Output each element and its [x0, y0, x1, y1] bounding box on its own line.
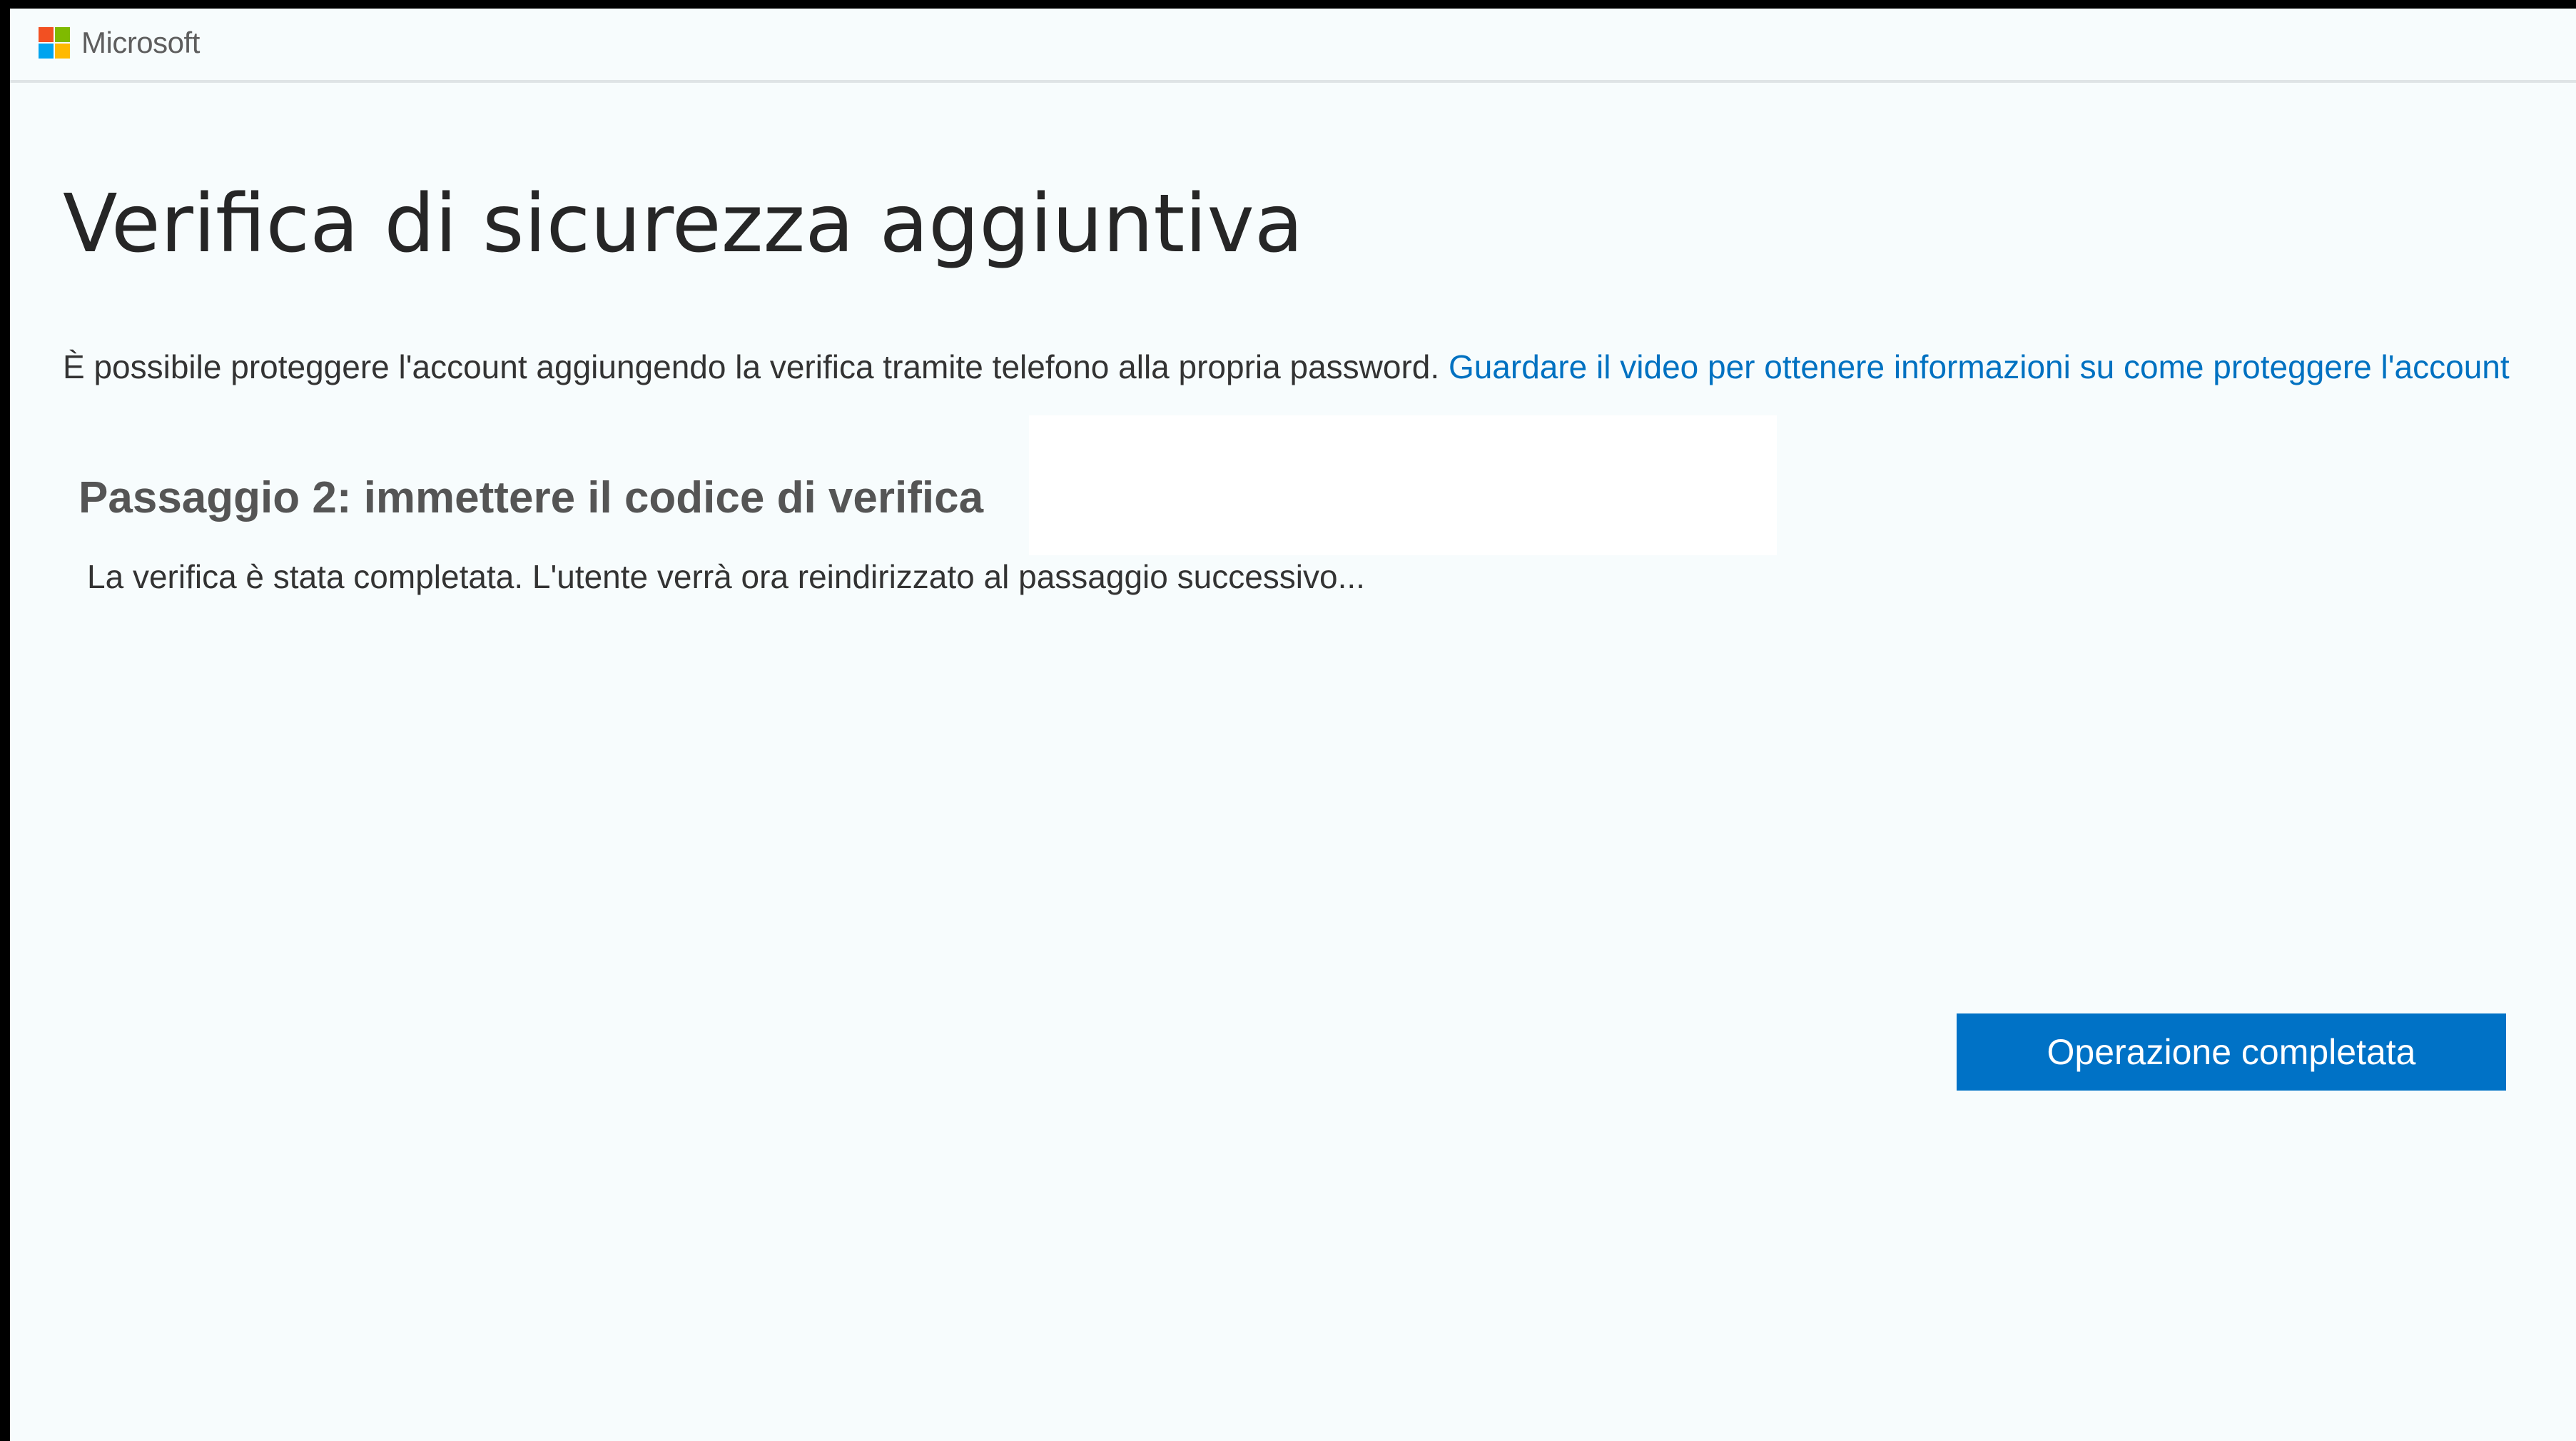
- browser-page: Microsoft Verifica di sicurezza aggiunti…: [10, 9, 2576, 1441]
- logo-green-square: [55, 27, 70, 42]
- done-button[interactable]: Operazione completata: [1957, 1013, 2506, 1091]
- logo-yellow-square: [55, 44, 70, 59]
- page-title: Verifica di sicurezza aggiuntiva: [63, 178, 1304, 270]
- header-bar: Microsoft: [10, 9, 2576, 83]
- logo-blue-square: [39, 44, 54, 59]
- brand-name: Microsoft: [81, 26, 200, 59]
- security-video-link[interactable]: Guardare il video per ottenere informazi…: [1449, 348, 2510, 385]
- intro-text: È possibile proteggere l'account aggiung…: [63, 348, 1440, 385]
- microsoft-logo-icon: [39, 27, 70, 59]
- verification-status-message: La verifica è stata completata. L'utente…: [87, 558, 1365, 595]
- logo-red-square: [39, 27, 54, 42]
- step-heading: Passaggio 2: immettere il codice di veri…: [78, 473, 984, 522]
- blank-panel: [1029, 415, 1777, 555]
- intro-paragraph: È possibile proteggere l'account aggiung…: [63, 345, 2510, 388]
